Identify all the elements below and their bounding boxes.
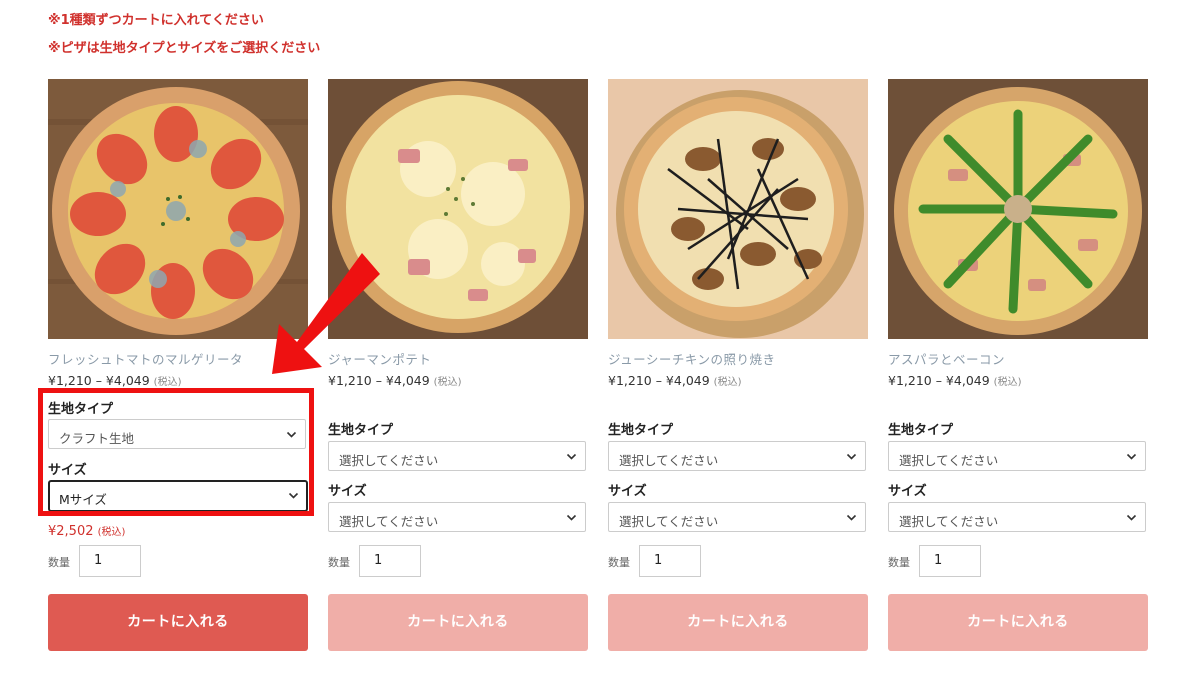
quantity-label: 数量: [328, 556, 350, 569]
quantity-input[interactable]: 1: [79, 545, 141, 577]
size-label: サイズ: [888, 484, 927, 499]
dough-type-label: 生地タイプ: [328, 423, 394, 438]
dough-type-select[interactable]: 選択してください: [328, 441, 586, 471]
tax-note: (税込): [97, 527, 126, 538]
notice-select-options: ※ピザは生地タイプとサイズをご選択ください: [48, 41, 321, 56]
product-image-teriyaki-chicken[interactable]: [608, 79, 868, 339]
price-range-value: ¥1,210 – ¥4,049: [48, 373, 150, 388]
price-range-value: ¥1,210 – ¥4,049: [888, 373, 990, 388]
quantity-input[interactable]: 1: [919, 545, 981, 577]
chevron-down-icon: [566, 453, 577, 460]
size-value: 選択してください: [899, 514, 999, 529]
chevron-down-icon: [846, 453, 857, 460]
tax-note: (税込): [713, 377, 742, 388]
product-card-margherita: フレッシュトマトのマルゲリータ ¥1,210 – ¥4,049 (税込) 生地タ…: [48, 79, 308, 659]
product-name[interactable]: アスパラとベーコン: [888, 349, 1005, 368]
product-name[interactable]: フレッシュトマトのマルゲリータ: [48, 349, 243, 368]
size-value: 選択してください: [339, 514, 439, 529]
quantity-label: 数量: [48, 556, 70, 569]
product-name[interactable]: ジャーマンポテト: [328, 349, 431, 368]
product-price-range: ¥1,210 – ¥4,049 (税込): [48, 373, 181, 388]
chevron-down-icon: [566, 514, 577, 521]
dough-type-select[interactable]: 選択してください: [608, 441, 866, 471]
quantity-input[interactable]: 1: [639, 545, 701, 577]
chevron-down-icon: [846, 514, 857, 521]
dough-type-value: 選択してください: [619, 453, 719, 468]
calculated-price-value: ¥2,502: [48, 524, 94, 539]
notice-one-per-cart: ※1種類ずつカートに入れてください: [48, 13, 264, 28]
product-image-margherita[interactable]: [48, 79, 308, 339]
product-price-range: ¥1,210 – ¥4,049 (税込): [608, 373, 741, 388]
product-image-german-potato[interactable]: [328, 79, 588, 339]
tax-note: (税込): [433, 377, 462, 388]
calculated-price: ¥2,502 (税込): [48, 523, 125, 539]
size-value: 選択してください: [619, 514, 719, 529]
dough-type-value: 選択してください: [339, 453, 439, 468]
chevron-down-icon: [1126, 514, 1137, 521]
size-select[interactable]: 選択してください: [328, 502, 586, 532]
size-label: サイズ: [608, 484, 647, 499]
product-price-range: ¥1,210 – ¥4,049 (税込): [888, 373, 1021, 388]
tax-note: (税込): [153, 377, 182, 388]
product-card-asparagus-bacon: アスパラとベーコン ¥1,210 – ¥4,049 (税込) 生地タイプ 選択し…: [888, 79, 1148, 659]
add-to-cart-button[interactable]: カートに入れる: [608, 594, 868, 651]
highlight-box: [38, 388, 314, 516]
add-to-cart-button[interactable]: カートに入れる: [48, 594, 308, 651]
size-select[interactable]: 選択してください: [888, 502, 1146, 532]
add-to-cart-button[interactable]: カートに入れる: [328, 594, 588, 651]
product-card-teriyaki-chicken: ジューシーチキンの照り焼き ¥1,210 – ¥4,049 (税込) 生地タイプ…: [608, 79, 868, 659]
product-card-german-potato: ジャーマンポテト ¥1,210 – ¥4,049 (税込) 生地タイプ 選択して…: [328, 79, 588, 659]
product-name[interactable]: ジューシーチキンの照り焼き: [608, 349, 776, 368]
size-label: サイズ: [328, 484, 367, 499]
tax-note: (税込): [993, 377, 1022, 388]
dough-type-label: 生地タイプ: [888, 423, 954, 438]
product-price-range: ¥1,210 – ¥4,049 (税込): [328, 373, 461, 388]
dough-type-value: 選択してください: [899, 453, 999, 468]
size-select[interactable]: 選択してください: [608, 502, 866, 532]
quantity-label: 数量: [608, 556, 630, 569]
dough-type-label: 生地タイプ: [608, 423, 674, 438]
dough-type-select[interactable]: 選択してください: [888, 441, 1146, 471]
price-range-value: ¥1,210 – ¥4,049: [328, 373, 430, 388]
price-range-value: ¥1,210 – ¥4,049: [608, 373, 710, 388]
product-image-asparagus-bacon[interactable]: [888, 79, 1148, 339]
add-to-cart-button[interactable]: カートに入れる: [888, 594, 1148, 651]
quantity-input[interactable]: 1: [359, 545, 421, 577]
quantity-label: 数量: [888, 556, 910, 569]
chevron-down-icon: [1126, 453, 1137, 460]
